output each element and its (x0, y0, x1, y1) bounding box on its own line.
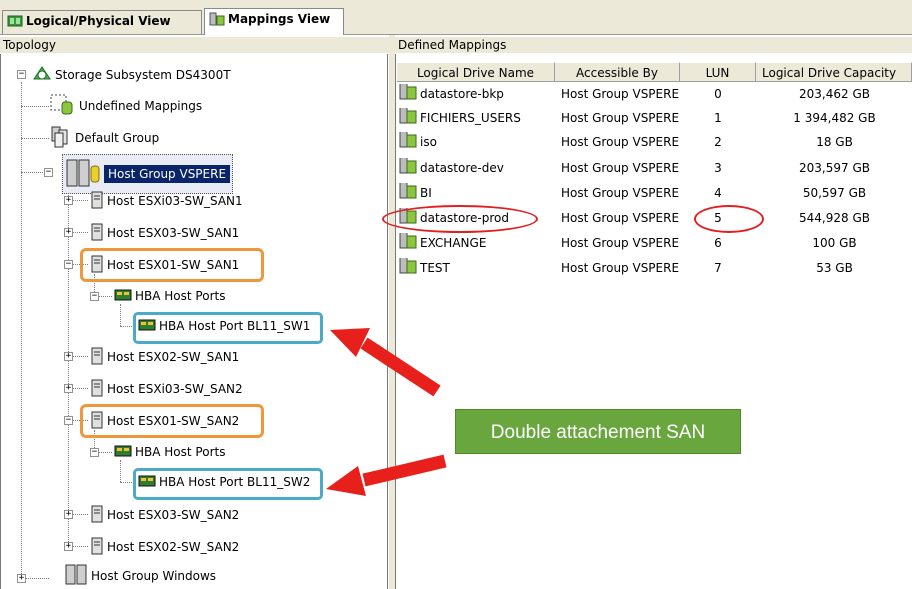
annotation-arrows (326, 328, 447, 496)
arrow-to-sw1-icon (330, 328, 441, 397)
arrow-to-sw2-icon (326, 454, 447, 496)
callout-double-attachement-san: Double attachement SAN (455, 409, 741, 454)
